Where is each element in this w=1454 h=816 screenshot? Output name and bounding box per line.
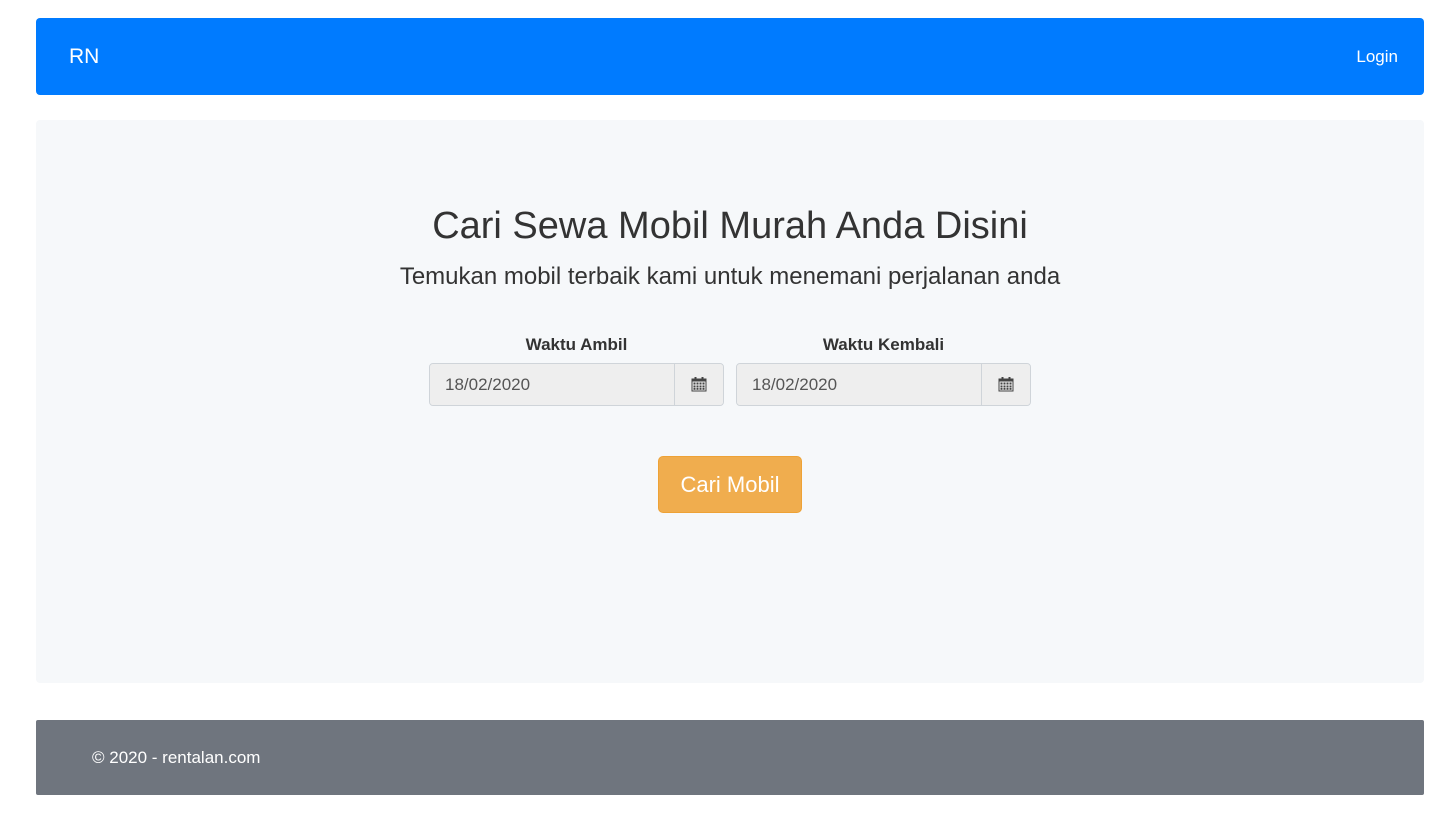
return-date-label: Waktu Kembali xyxy=(822,335,945,354)
pickup-date-input[interactable] xyxy=(430,364,674,405)
return-date-input[interactable] xyxy=(737,364,981,405)
pickup-date-group: Waktu Ambil xyxy=(429,334,724,406)
brand-logo[interactable]: RN xyxy=(69,45,99,69)
search-car-button[interactable]: Cari Mobil xyxy=(658,456,802,513)
footer: © 2020 - rentalan.com xyxy=(36,720,1424,795)
hero-subtitle: Temukan mobil terbaik kami untuk meneman… xyxy=(399,263,1061,290)
return-date-group: Waktu Kembali xyxy=(736,334,1031,406)
return-calendar-button[interactable] xyxy=(981,364,1030,405)
calendar-icon xyxy=(998,377,1014,392)
navbar: RN Login xyxy=(36,18,1424,95)
login-link[interactable]: Login xyxy=(1356,47,1398,67)
return-date-input-wrap xyxy=(736,363,1031,406)
pickup-calendar-button[interactable] xyxy=(674,364,723,405)
footer-copyright: © 2020 - rentalan.com xyxy=(92,747,261,767)
calendar-icon xyxy=(691,377,707,392)
page: RN Login Cari Sewa Mobil Murah Anda Disi… xyxy=(0,0,1454,816)
pickup-date-input-wrap xyxy=(429,363,724,406)
search-hero: Cari Sewa Mobil Murah Anda Disini Temuka… xyxy=(36,120,1424,683)
pickup-date-label: Waktu Ambil xyxy=(525,335,628,354)
hero-title: Cari Sewa Mobil Murah Anda Disini xyxy=(432,205,1028,247)
